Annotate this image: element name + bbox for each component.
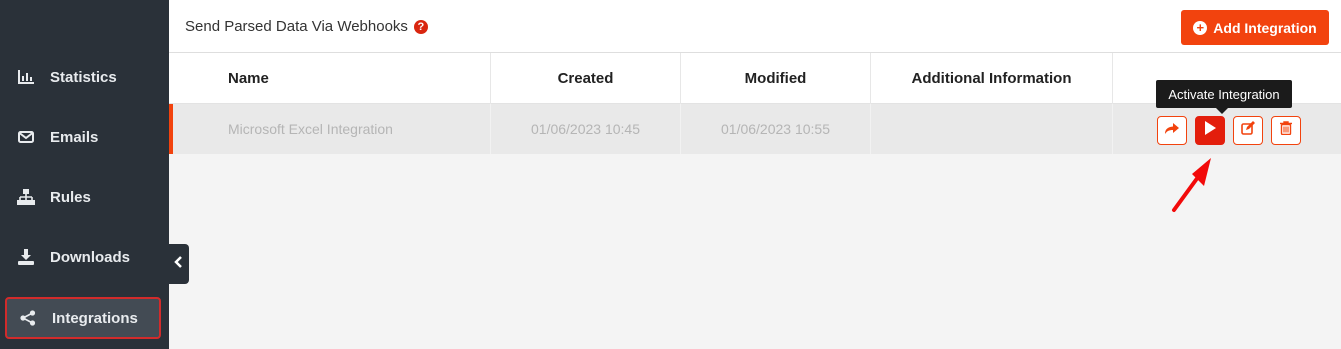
sidebar: Statistics Emails Rules Downloads Integr… (0, 0, 169, 349)
bar-chart-icon (16, 67, 36, 87)
sidebar-item-emails[interactable]: Emails (0, 117, 169, 157)
cell-created: 01/06/2023 10:45 (491, 104, 681, 154)
sitemap-icon (16, 187, 36, 207)
cell-modified: 01/06/2023 10:55 (681, 104, 871, 154)
add-integration-label: Add Integration (1213, 19, 1317, 36)
column-header-modified[interactable]: Modified (681, 53, 871, 104)
main-content: Send Parsed Data Via Webhooks ? + Add In… (169, 0, 1341, 349)
annotation-arrow-icon (1172, 158, 1211, 212)
trash-icon (1280, 121, 1292, 140)
table-row[interactable]: Microsoft Excel Integration 01/06/2023 1… (169, 104, 1341, 154)
column-header-created[interactable]: Created (491, 53, 681, 104)
page-header: Send Parsed Data Via Webhooks ? + Add In… (169, 0, 1341, 53)
cell-additional-information (871, 104, 1113, 154)
sidebar-item-statistics[interactable]: Statistics (0, 57, 169, 97)
sidebar-item-label: Emails (50, 128, 99, 146)
column-header-additional-information[interactable]: Additional Information (871, 53, 1113, 104)
cell-name: Microsoft Excel Integration (173, 104, 491, 154)
sidebar-item-label: Integrations (52, 309, 138, 327)
activate-integration-tooltip: Activate Integration (1156, 80, 1292, 114)
sidebar-item-label: Downloads (50, 248, 131, 266)
page-title-wrap: Send Parsed Data Via Webhooks ? (185, 18, 428, 35)
download-icon (16, 247, 36, 267)
plus-circle-icon: + (1193, 20, 1208, 35)
edit-integration-button[interactable] (1233, 116, 1263, 145)
share-integration-button[interactable] (1157, 116, 1187, 145)
column-header-name[interactable]: Name (169, 53, 491, 104)
edit-icon (1241, 121, 1255, 140)
share-icon (18, 308, 38, 328)
play-icon (1204, 121, 1216, 140)
sidebar-item-rules[interactable]: Rules (0, 177, 169, 217)
share-arrow-icon (1165, 122, 1179, 140)
page-title: Send Parsed Data Via Webhooks (185, 18, 408, 35)
envelope-icon (16, 127, 36, 147)
activate-integration-button[interactable] (1195, 116, 1225, 145)
sidebar-item-label: Statistics (50, 68, 117, 86)
sidebar-item-integrations[interactable]: Integrations (5, 297, 161, 339)
sidebar-item-label: Rules (50, 188, 91, 206)
sidebar-item-downloads[interactable]: Downloads (0, 237, 169, 277)
delete-integration-button[interactable] (1271, 116, 1301, 145)
help-icon[interactable]: ? (413, 19, 428, 34)
add-integration-button[interactable]: + Add Integration (1181, 10, 1329, 45)
